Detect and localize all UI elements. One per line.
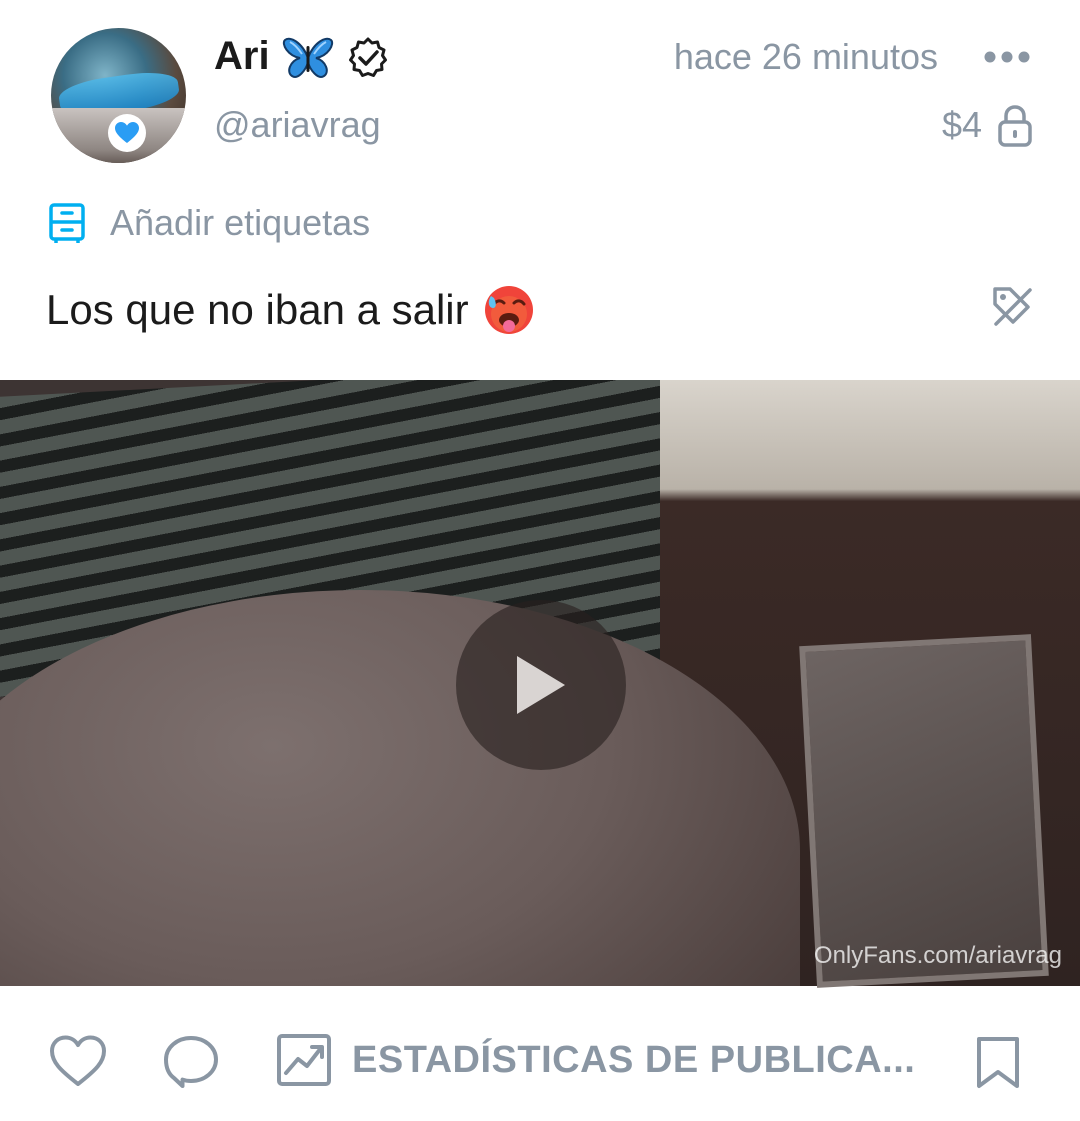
chart-icon — [277, 1034, 331, 1086]
post-stats-button[interactable]: ESTADÍSTICAS DE PUBLICA... — [276, 1030, 915, 1090]
post-timestamp: hace 26 minutos — [673, 36, 938, 77]
hot-face-emoji-icon — [484, 286, 533, 334]
lock-icon — [998, 105, 1032, 147]
post-header: Ari @ariavrag hace 26 minutos $4 — [0, 0, 1080, 180]
post-price: $4 — [941, 104, 982, 145]
username[interactable]: @ariavrag — [214, 104, 381, 146]
add-tags-label: Añadir etiquetas — [110, 202, 371, 243]
tag-drawer-icon — [49, 203, 85, 243]
play-icon — [517, 656, 565, 714]
video-picture-frame — [799, 634, 1049, 988]
more-dots-icon[interactable] — [982, 42, 1032, 72]
video-watermark: OnlyFans.com/ariavrag — [813, 942, 1062, 969]
butterfly-icon — [282, 37, 334, 78]
post-stats-label: ESTADÍSTICAS DE PUBLICA... — [352, 1038, 916, 1081]
bookmark-icon[interactable] — [974, 1034, 1022, 1090]
post-caption: Los que no iban a salir — [46, 284, 535, 336]
add-tags-button[interactable]: Añadir etiquetas — [48, 198, 370, 248]
play-button[interactable] — [456, 600, 626, 770]
tag-off-icon[interactable] — [990, 284, 1034, 328]
caption-text: Los que no iban a salir — [46, 286, 469, 333]
blue-heart-badge-icon — [108, 114, 146, 152]
comment-icon[interactable] — [162, 1034, 220, 1090]
verified-badge-icon — [349, 37, 387, 77]
display-name[interactable]: Ari — [214, 34, 270, 79]
heart-icon[interactable] — [48, 1034, 108, 1088]
avatar[interactable] — [51, 28, 186, 163]
